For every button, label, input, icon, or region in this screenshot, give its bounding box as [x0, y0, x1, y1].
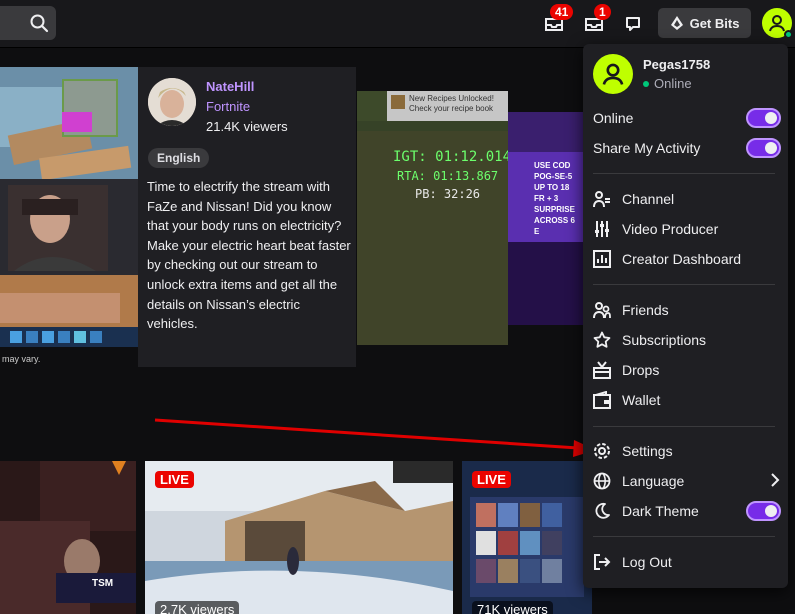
whispers-badge: 1 — [594, 4, 611, 20]
chevron-right-icon — [769, 472, 781, 490]
stream-video-preview — [0, 67, 138, 367]
menu-item-label: Video Producer — [622, 221, 719, 237]
thumbnail-caption: may vary. — [2, 354, 41, 364]
menu-item-label: Dark Theme — [622, 503, 699, 519]
menu-username: Pegas1758 — [643, 57, 711, 72]
moon-icon — [593, 501, 617, 521]
globe-icon — [593, 471, 617, 491]
online-status-dot — [784, 30, 793, 39]
menu-item-label: Log Out — [622, 554, 672, 570]
stream-video-preview — [0, 461, 136, 614]
menu-online-status: Online — [643, 76, 692, 91]
menu-item-language[interactable]: Language — [593, 467, 781, 495]
featured-stream-info-card[interactable]: NateHill Fortnite 21.4K viewers English … — [138, 67, 356, 367]
stream-card-3[interactable]: LIVE 71K viewers — [462, 461, 592, 614]
menu-item-label: Subscriptions — [622, 332, 707, 348]
pb-timer: PB: 32:26 — [415, 187, 481, 201]
drops-icon — [593, 360, 617, 380]
wallet-icon — [593, 390, 617, 410]
menu-item-label: Friends — [622, 302, 669, 318]
featured-stream-thumbnail[interactable]: may vary. — [0, 67, 138, 367]
notifications-badge: 41 — [550, 4, 574, 20]
search-icon — [30, 14, 49, 33]
star-icon — [593, 330, 617, 350]
user-avatar-button[interactable] — [762, 8, 793, 39]
chat-bubble-icon — [626, 17, 640, 31]
viewer-count-badge: 71K viewers — [472, 601, 553, 614]
menu-divider — [593, 426, 775, 427]
gear-icon — [593, 441, 617, 461]
live-badge: LIVE — [155, 471, 194, 488]
menu-item-friends[interactable]: Friends — [593, 296, 781, 324]
user-menu-dropdown: Pegas1758 Online Online Share My Activit… — [583, 44, 788, 588]
online-dot — [643, 80, 649, 87]
menu-item-label: Settings — [622, 443, 673, 459]
channel-icon — [593, 189, 617, 209]
menu-item-label: Online — [593, 110, 634, 126]
menu-item-label: Drops — [622, 362, 660, 378]
recipe-unlock-subtitle: Check your recipe book — [409, 104, 494, 113]
menu-item-label: Wallet — [622, 392, 661, 408]
menu-item-wallet[interactable]: Wallet — [593, 386, 781, 414]
stream-description: Time to electrify the stream with FaZe a… — [147, 179, 351, 332]
menu-item-subscriptions[interactable]: Subscriptions — [593, 326, 781, 354]
whispers-button[interactable]: 1 — [582, 4, 611, 36]
menu-item-label: Language — [622, 473, 685, 489]
game-link[interactable]: Fortnite — [206, 99, 250, 114]
get-bits-button[interactable]: Get Bits — [658, 8, 751, 38]
dashboard-icon — [593, 249, 617, 269]
team-overlay: TSM — [92, 578, 114, 589]
menu-item-channel[interactable]: Channel — [593, 185, 781, 213]
streamer-name-link[interactable]: NateHill — [206, 79, 254, 94]
menu-item-online[interactable]: Online — [593, 104, 781, 132]
menu-item-dark-theme[interactable]: Dark Theme — [593, 497, 781, 525]
search-input[interactable] — [0, 6, 22, 40]
menu-item-label: Share My Activity — [593, 140, 701, 156]
user-icon — [602, 63, 624, 85]
top-navigation-bar: 41 1 Get Bits — [0, 0, 795, 48]
stream-video-preview — [357, 91, 508, 345]
get-bits-label: Get Bits — [689, 15, 740, 31]
menu-item-label: Channel — [622, 191, 675, 207]
streamer-avatar[interactable] — [148, 78, 196, 126]
menu-item-share-activity[interactable]: Share My Activity — [593, 134, 781, 162]
sliders-icon — [593, 219, 617, 239]
chat-button[interactable] — [621, 12, 645, 36]
status-text: Online — [654, 76, 692, 91]
notifications-button[interactable]: 41 — [542, 4, 574, 36]
menu-divider — [593, 536, 775, 537]
online-toggle[interactable] — [746, 108, 781, 128]
streamer-photo — [148, 78, 196, 126]
igt-timer: IGT: 01:12.014 — [393, 149, 508, 165]
live-badge: LIVE — [472, 471, 511, 488]
carousel-thumbnail-minecraft[interactable]: New Recipes Unlocked! Check your recipe … — [357, 91, 508, 345]
menu-avatar — [593, 54, 633, 94]
logout-icon — [593, 552, 617, 572]
search-button[interactable] — [22, 6, 56, 40]
recipe-unlock-title: New Recipes Unlocked! — [409, 94, 494, 103]
bits-icon — [670, 16, 683, 30]
rta-timer: RTA: 01:13.867 — [397, 169, 499, 183]
menu-item-drops[interactable]: Drops — [593, 356, 781, 384]
viewer-count: 21.4K viewers — [206, 119, 288, 134]
menu-item-log-out[interactable]: Log Out — [593, 548, 781, 576]
viewer-count-badge: 2.7K viewers — [155, 601, 240, 614]
menu-item-video-producer[interactable]: Video Producer — [593, 215, 781, 243]
language-tag[interactable]: English — [148, 148, 210, 168]
stream-card-1[interactable]: TSM — [0, 461, 136, 614]
menu-item-settings[interactable]: Settings — [593, 437, 781, 465]
friends-icon — [593, 300, 617, 320]
share-activity-toggle[interactable] — [746, 138, 781, 158]
menu-item-label: Creator Dashboard — [622, 251, 742, 267]
user-icon — [769, 15, 785, 32]
menu-divider — [593, 284, 775, 285]
menu-item-creator-dashboard[interactable]: Creator Dashboard — [593, 245, 781, 273]
promo-text: USE COD POG-SE-5 UP TO 18 FR + 3 SURPRIS… — [534, 161, 575, 236]
menu-divider — [593, 173, 775, 174]
carousel-thumbnail-promo[interactable]: USE COD POG-SE-5 UP TO 18 FR + 3 SURPRIS… — [508, 112, 583, 325]
stream-card-2[interactable]: LIVE 2.7K viewers — [145, 461, 453, 614]
dark-theme-toggle[interactable] — [746, 501, 781, 521]
